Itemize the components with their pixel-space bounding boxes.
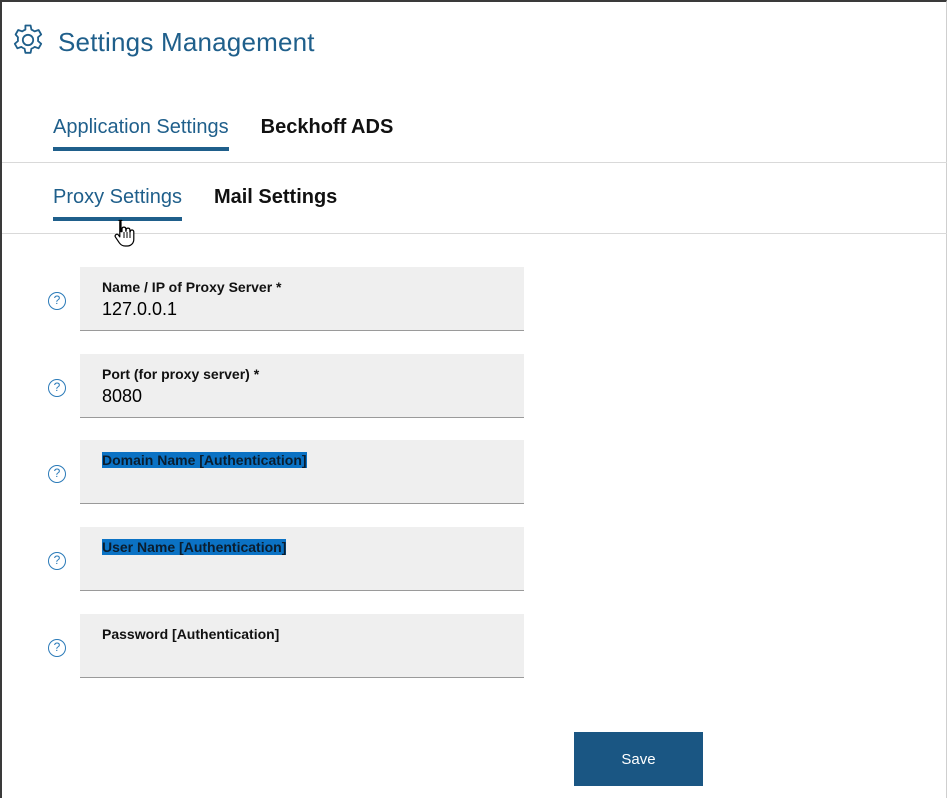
- password-field[interactable]: Password [Authentication]: [80, 614, 524, 678]
- domain-name-label: Domain Name [Authentication]: [102, 452, 307, 468]
- user-name-field[interactable]: User Name [Authentication]: [80, 527, 524, 591]
- primary-tabs: Application Settings Beckhoff ADS: [53, 108, 425, 151]
- save-button[interactable]: Save: [574, 732, 703, 786]
- help-icon[interactable]: ?: [48, 552, 66, 570]
- tab-proxy-settings[interactable]: Proxy Settings: [53, 178, 182, 221]
- password-row: ? Password [Authentication]: [48, 614, 524, 678]
- page-header: Settings Management: [10, 22, 315, 62]
- proxy-port-label: Port (for proxy server) *: [102, 366, 260, 382]
- tab-mail-settings[interactable]: Mail Settings: [214, 178, 337, 221]
- proxy-port-value: 8080: [102, 386, 143, 406]
- tab-application-settings[interactable]: Application Settings: [53, 108, 229, 151]
- proxy-server-row: ? Name / IP of Proxy Server * 127.0.0.1: [48, 267, 524, 331]
- gear-icon: [10, 22, 46, 63]
- page-title: Settings Management: [58, 26, 315, 57]
- domain-name-row: ? Domain Name [Authentication]: [48, 440, 524, 504]
- help-icon[interactable]: ?: [48, 465, 66, 483]
- proxy-server-value: 127.0.0.1: [102, 299, 178, 319]
- password-label: Password [Authentication]: [102, 626, 280, 642]
- domain-name-field[interactable]: Domain Name [Authentication]: [80, 440, 524, 504]
- proxy-port-row: ? Port (for proxy server) * 8080: [48, 354, 524, 418]
- hand-cursor-icon: [112, 218, 138, 253]
- proxy-server-field[interactable]: Name / IP of Proxy Server * 127.0.0.1: [80, 267, 524, 331]
- tab-beckhoff-ads[interactable]: Beckhoff ADS: [261, 108, 394, 151]
- help-icon[interactable]: ?: [48, 379, 66, 397]
- secondary-tabs-divider: [2, 233, 947, 234]
- help-icon[interactable]: ?: [48, 292, 66, 310]
- help-icon[interactable]: ?: [48, 639, 66, 657]
- proxy-port-field[interactable]: Port (for proxy server) * 8080: [80, 354, 524, 418]
- primary-tabs-divider: [2, 162, 947, 163]
- proxy-server-label: Name / IP of Proxy Server *: [102, 279, 282, 295]
- secondary-tabs: Proxy Settings Mail Settings: [53, 178, 369, 221]
- user-name-label: User Name [Authentication]: [102, 539, 287, 555]
- user-name-row: ? User Name [Authentication]: [48, 527, 524, 591]
